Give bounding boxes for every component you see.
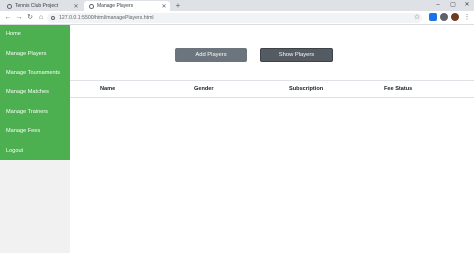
- globe-icon: [89, 3, 94, 9]
- info-icon[interactable]: [51, 16, 55, 20]
- sidebar-menu: Home Manage Players Manage Tournaments M…: [0, 25, 70, 160]
- address-bar[interactable]: 127.0.0.1:5500/html/managePlayers.html: [47, 13, 422, 23]
- reload-icon[interactable]: ↻: [25, 11, 35, 25]
- sidebar-item-manage-fees[interactable]: Manage Fees: [0, 122, 70, 141]
- tab-title: Manage Players: [97, 3, 134, 9]
- profile-avatar[interactable]: [451, 13, 459, 21]
- maximize-icon[interactable]: ▢: [446, 0, 460, 11]
- sidebar-item-manage-players[interactable]: Manage Players: [0, 45, 70, 64]
- browser-tab-bar: Tennis Club Project ✕ Manage Players ✕ +…: [0, 0, 474, 11]
- browser-tab-manage-players[interactable]: Manage Players ✕: [84, 1, 170, 11]
- back-icon[interactable]: ←: [3, 11, 13, 25]
- new-tab-icon[interactable]: +: [173, 1, 183, 11]
- players-table-header: Name Gender Subscription Fee Status: [70, 80, 474, 98]
- add-players-button[interactable]: Add Players: [175, 48, 247, 62]
- sidebar: Home Manage Players Manage Tournaments M…: [0, 25, 70, 253]
- close-window-icon[interactable]: ✕: [460, 0, 474, 11]
- bookmark-star-icon[interactable]: ☆: [413, 13, 421, 23]
- close-icon[interactable]: ✕: [160, 3, 168, 10]
- sidebar-item-logout[interactable]: Logout: [0, 142, 70, 161]
- column-header-fee-status: Fee Status: [384, 86, 413, 92]
- extension-icon[interactable]: [429, 13, 437, 21]
- close-icon[interactable]: ✕: [72, 3, 80, 10]
- sidebar-item-manage-matches[interactable]: Manage Matches: [0, 83, 70, 102]
- forward-icon[interactable]: →: [14, 11, 24, 25]
- column-header-gender: Gender: [194, 86, 214, 92]
- sidebar-item-home[interactable]: Home: [0, 25, 70, 44]
- minimize-icon[interactable]: –: [431, 0, 445, 11]
- browser-toolbar: ← → ↻ ⌂ 127.0.0.1:5500/html/managePlayer…: [0, 11, 474, 25]
- show-players-button[interactable]: Show Players: [260, 48, 333, 62]
- column-header-name: Name: [100, 86, 116, 92]
- extensions-puzzle-icon[interactable]: [440, 13, 448, 21]
- column-header-subscription: Subscription: [289, 86, 324, 92]
- globe-icon: [7, 3, 12, 9]
- address-text: 127.0.0.1:5500/html/managePlayers.html: [59, 15, 154, 21]
- sidebar-item-manage-tournaments[interactable]: Manage Tournaments: [0, 64, 70, 83]
- browser-menu-icon[interactable]: ⋮: [463, 11, 471, 25]
- sidebar-item-manage-trainers[interactable]: Manage Trainers: [0, 103, 70, 122]
- browser-tab-tennis-club[interactable]: Tennis Club Project ✕: [2, 1, 82, 11]
- home-icon[interactable]: ⌂: [36, 11, 46, 25]
- tab-title: Tennis Club Project: [15, 3, 59, 9]
